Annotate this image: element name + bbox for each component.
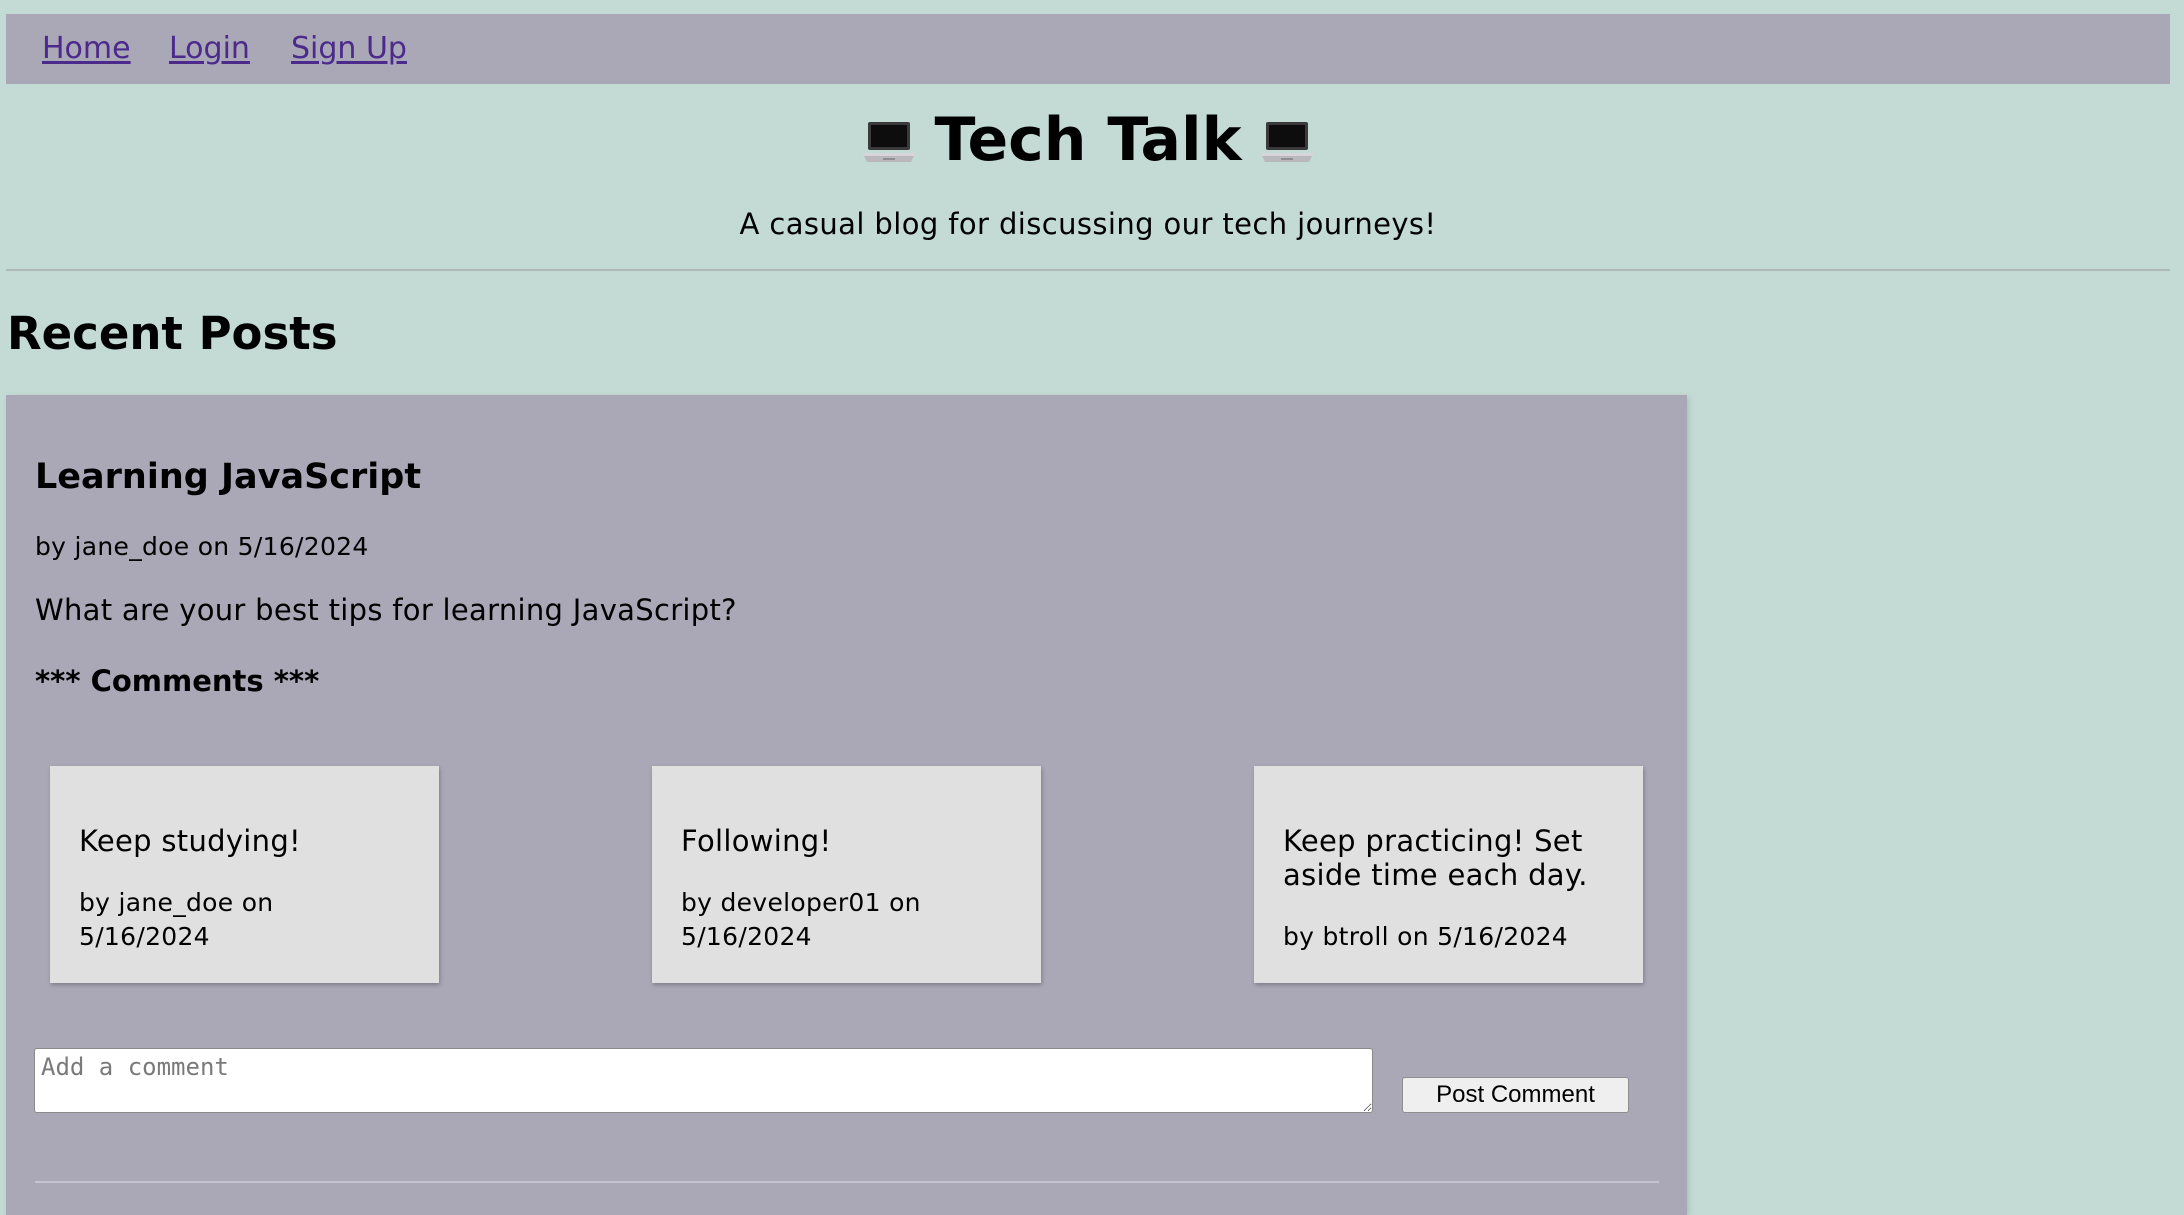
site-title-row: Tech Talk	[6, 100, 2170, 180]
nav-link-sign-up[interactable]: Sign Up	[291, 31, 407, 67]
post-body: What are your best tips for learning Jav…	[35, 593, 737, 627]
site-title: Tech Talk	[934, 105, 1242, 175]
comment-card: Keep studying! by jane_doe on 5/16/2024	[50, 766, 439, 983]
post-comment-button[interactable]: Post Comment	[1402, 1077, 1629, 1113]
add-comment-input[interactable]	[34, 1048, 1373, 1113]
comment-text: Keep studying!	[79, 824, 301, 858]
comment-text: Keep practicing! Set aside time each day…	[1283, 824, 1588, 892]
nav-link-login[interactable]: Login	[169, 31, 250, 67]
comment-text: Following!	[681, 824, 832, 858]
post-divider	[35, 1181, 1659, 1183]
post-card: Learning JavaScript by jane_doe on 5/16/…	[6, 395, 1687, 1215]
nav-link-home[interactable]: Home	[42, 31, 131, 67]
laptop-icon	[862, 122, 915, 162]
recent-posts-heading: Recent Posts	[7, 307, 338, 360]
header-divider	[6, 269, 2170, 271]
post-title: Learning JavaScript	[35, 457, 422, 497]
top-navbar: Home Login Sign Up	[6, 14, 2170, 84]
comment-meta: by btroll on 5/16/2024	[1283, 922, 1569, 951]
comment-meta: by developer01 on 5/16/2024	[681, 888, 921, 951]
site-header: Tech Talk A casual blog for discussing o…	[6, 100, 2170, 241]
laptop-icon	[1261, 122, 1314, 162]
site-tagline: A casual blog for discussing our tech jo…	[739, 207, 1437, 241]
comment-card: Keep practicing! Set aside time each day…	[1254, 766, 1643, 983]
comment-card: Following! by developer01 on 5/16/2024	[652, 766, 1041, 983]
comments-list: Keep studying! by jane_doe on 5/16/2024 …	[50, 766, 1650, 984]
comment-meta: by jane_doe on 5/16/2024	[79, 888, 274, 951]
post-meta: by jane_doe on 5/16/2024	[35, 532, 369, 561]
comments-heading: *** Comments ***	[35, 664, 320, 698]
